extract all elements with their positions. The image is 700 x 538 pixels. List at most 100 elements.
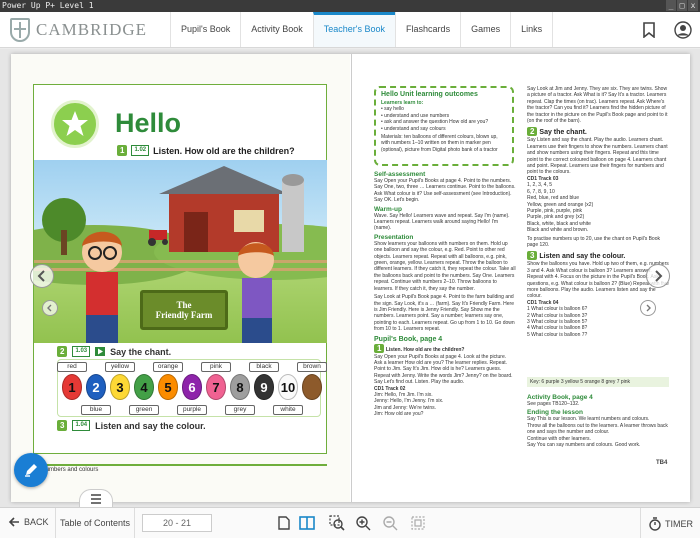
back-label: BACK [24,517,49,527]
page-range-input[interactable]: 20 - 21 [142,514,212,532]
chevron-left-icon [37,270,45,282]
track-line: 5 What colour is balloon 7? [527,331,588,338]
activity-book-see: See pages TB120–132. [527,401,580,407]
chant-heading: 2 Say the chant. [527,126,669,137]
ending-heading: Ending the lesson [527,409,583,417]
balloon-yellow: 3 [110,374,130,400]
balloon-blue: 2 [86,374,106,400]
hamburger-icon [91,493,101,504]
farm-text: Say Look at Pupil's Book page 4. Point t… [374,294,515,333]
balloon-colour-label: purple [177,405,207,415]
balloon-black: 9 [254,374,274,400]
timer-label: TIMER [665,518,693,529]
farm-sign: The Friendly Farm [140,290,228,330]
zoom-area-icon[interactable] [329,515,345,531]
balloon-colour-label: white [273,405,303,415]
page-zone-right-icon[interactable] [640,300,656,316]
chant-text: Say Listen and say the chant. Play the a… [527,137,668,176]
tab-pupils-book[interactable]: Pupil's Book [170,12,240,47]
pupils-book-task: 1 Listen. How old are the children? [374,343,516,354]
teachers-book-page: Hello Unit learning outcomes Learners le… [351,54,690,502]
balloon-colour-label: pink [201,362,231,372]
farm-illustration: The Friendly Farm [34,160,327,343]
user-icon[interactable] [674,21,692,39]
listen-colour-heading: 3 Listen and say the colour. [527,250,669,261]
page-zone-left-icon[interactable] [42,300,58,316]
track-line: Jim: How old are you? [374,411,424,418]
fit-screen-icon[interactable] [410,515,426,531]
arrow-left-icon [8,517,19,527]
double-page-icon[interactable] [299,515,315,531]
zoom-in-icon[interactable] [355,515,371,531]
outcomes-title: Hello Unit learning outcomes [381,91,478,98]
ending-line: Say This is our lesson. We learnt number… [527,416,650,423]
ending-line: Throw all the balloons out to the learne… [527,422,668,436]
annotate-button[interactable] [14,453,48,487]
presentation-text: Show learners your balloons with numbers… [374,240,516,292]
balloon-pink: 7 [206,374,226,400]
materials-text: Materials: ten balloons of different col… [381,134,498,153]
balloon-chart: 1 red 2 blue 3 yellow 4 green 5 orange 6 purple 7 pin… [57,359,327,417]
app-header: CAMBRIDGE Pupil's Book Activity Book Tea… [0,12,700,48]
tab-flashcards[interactable]: Flashcards [395,12,460,47]
exercise-number: 2 [57,346,68,357]
back-button[interactable]: BACK [8,516,49,528]
balloon-white: 10 [278,374,298,400]
table-of-contents-button[interactable]: Table of Contents [55,508,136,538]
balloon-colour-label: green [129,405,159,415]
main-tabs: Pupil's Book Activity Book Teacher's Boo… [170,12,554,47]
sign-line-2: Friendly Farm [155,310,213,320]
balloon-colour-label: grey [225,405,255,415]
timer-button[interactable]: TIMER [640,508,693,538]
tab-activity-book[interactable]: Activity Book [240,12,313,47]
activity-book-heading: Activity Book, page 4 [527,394,593,401]
balloon-brown [302,374,322,400]
exercise-number: 3 [57,420,68,431]
exercise-2-heading: 2 1.03 Say the chant. [57,346,171,357]
cd-track[interactable]: 1.04 [72,420,91,431]
minimize-button[interactable]: _ [666,0,676,11]
bookmark-icon[interactable] [640,21,658,39]
self-assessment-text: Say Open your Pupil's Books at page 4. P… [374,178,516,204]
answer-key: Key: 6 purple 3 yellow 5 orange 8 grey 7… [527,377,669,387]
balloon-purple: 6 [182,374,202,400]
single-page-icon[interactable] [276,515,292,531]
star-badge-icon [51,100,99,148]
bottom-toolbar: BACK Table of Contents 20 - 21 TIMER [0,507,700,538]
self-assessment-heading: Self-assessment [374,171,426,178]
warm-up-heading: Warm-up [374,205,402,213]
previous-page-button[interactable] [30,264,54,288]
learning-outcomes-box: Hello Unit learning outcomes Learners le… [374,86,514,166]
close-button[interactable]: x [688,0,698,11]
page-footer: 4 Numbers and colours [33,464,327,474]
sign-line-1: The [176,300,192,310]
menu-toggle-button[interactable] [79,489,113,507]
presentation-heading: Presentation [374,233,414,241]
ending-line: Say You can say numbers and colours. Goo… [527,442,641,449]
exercise-instruction: Listen. How old are the children? [153,145,295,156]
cd-track[interactable]: 1.02 [131,145,150,156]
balloon-grey: 8 [230,374,250,400]
tab-games[interactable]: Games [460,12,510,47]
teachers-page-number: TB4 [656,460,668,466]
shield-icon [10,18,30,42]
practise-text: To practise numbers up to 20, use the ch… [527,235,660,248]
cambridge-logo[interactable]: CAMBRIDGE [10,18,147,42]
window-title: Power Up P+ Level 1 [2,1,94,10]
play-video-icon[interactable] [95,347,106,356]
next-page-button[interactable] [646,264,670,288]
balloon-colour-label: yellow [105,362,135,372]
tractor-text: Say Look at Jim and Jenny. They are six.… [527,86,668,125]
zoom-out-icon[interactable] [382,515,398,531]
tab-teachers-book[interactable]: Teacher's Book [312,12,396,47]
stopwatch-icon [649,516,661,531]
maximize-button[interactable]: □ [677,0,687,11]
cd-track[interactable]: 1.03 [72,346,91,357]
balloon-red: 1 [62,374,82,400]
book-viewer: Hello 1 1.02 Listen. How old are the chi… [0,49,700,507]
balloon-colour-label: brown [297,362,327,372]
balloon-colour-label: orange [153,362,183,372]
pupils-book-heading: Pupil's Book, page 4 [374,335,443,343]
tab-links[interactable]: Links [510,12,554,47]
window-controls: _ □ x [666,0,698,11]
